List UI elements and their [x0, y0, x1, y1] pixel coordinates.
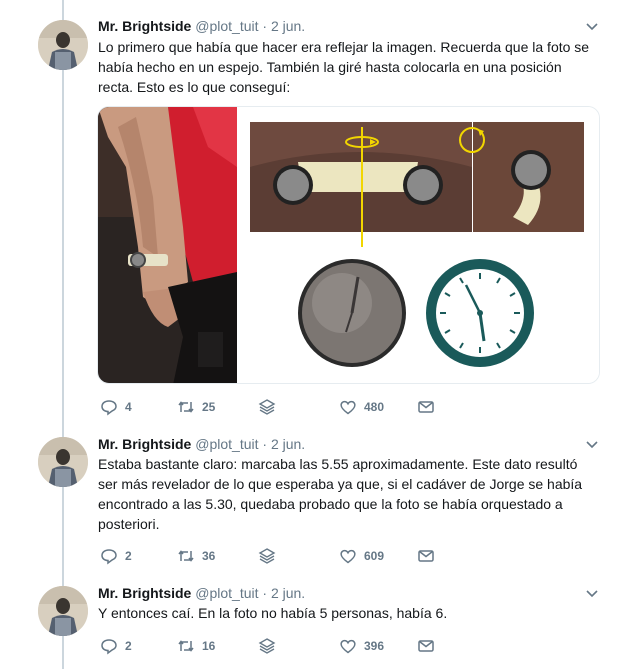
- reply-count: 2: [125, 639, 132, 653]
- tweet-date[interactable]: 2 jun.: [271, 436, 305, 452]
- heart-icon: [340, 639, 356, 654]
- author-name[interactable]: Mr. Brightside: [98, 18, 191, 34]
- retweet-button[interactable]: 16: [177, 636, 215, 656]
- reply-button[interactable]: 2: [100, 546, 132, 566]
- retweet-icon: [178, 640, 194, 652]
- tweet-header: Mr. Brightside @plot_tuit · 2 jun.: [98, 17, 305, 35]
- like-button[interactable]: 609: [339, 546, 384, 566]
- stack-button[interactable]: [258, 636, 276, 656]
- tweet-text: Y entonces caí. En la foto no había 5 pe…: [98, 605, 448, 621]
- tweet-header: Mr. Brightside @plot_tuit · 2 jun.: [98, 584, 305, 602]
- tweet-actions: 4 25 480: [98, 397, 598, 417]
- tweet-text: Lo primero que había que hacer era refle…: [98, 39, 590, 95]
- stack-button[interactable]: [258, 397, 276, 417]
- reply-icon: [101, 400, 117, 416]
- retweet-icon: [178, 550, 194, 562]
- message-button[interactable]: [417, 636, 435, 656]
- retweet-count: 16: [202, 639, 216, 653]
- avatar[interactable]: [38, 20, 88, 70]
- like-count: 396: [364, 639, 385, 653]
- like-count: 609: [364, 549, 385, 563]
- author-handle[interactable]: @plot_tuit: [195, 436, 258, 452]
- tweet-media[interactable]: [97, 106, 600, 384]
- chevron-down-icon[interactable]: [584, 18, 600, 34]
- message-button[interactable]: [417, 546, 435, 566]
- reply-icon: [101, 639, 117, 655]
- author-name[interactable]: Mr. Brightside: [98, 585, 191, 601]
- message-button[interactable]: [417, 397, 435, 417]
- retweet-count: 25: [202, 400, 216, 414]
- retweet-count: 36: [202, 549, 216, 563]
- heart-icon: [340, 400, 356, 415]
- reply-count: 4: [125, 400, 132, 414]
- separator-dot: ·: [262, 18, 268, 34]
- author-handle[interactable]: @plot_tuit: [195, 585, 258, 601]
- watch-analysis-graphic[interactable]: [238, 107, 600, 384]
- stack-icon: [258, 638, 276, 654]
- tweet-actions: 2 36 609: [98, 546, 598, 566]
- tweet-actions: 2 16 396: [98, 636, 598, 656]
- stack-icon: [258, 548, 276, 564]
- tweet-date[interactable]: 2 jun.: [271, 18, 305, 34]
- thread-connector-line: [62, 0, 64, 669]
- author-name[interactable]: Mr. Brightside: [98, 436, 191, 452]
- tweet-text: Estaba bastante claro: marcaba las 5.55 …: [98, 456, 583, 532]
- reply-button[interactable]: 4: [100, 397, 132, 417]
- envelope-icon: [418, 550, 434, 562]
- separator-dot: ·: [262, 585, 268, 601]
- mirror-photo[interactable]: [98, 107, 237, 384]
- avatar[interactable]: [38, 437, 88, 487]
- like-button[interactable]: 396: [339, 636, 384, 656]
- stack-button[interactable]: [258, 546, 276, 566]
- retweet-button[interactable]: 25: [177, 397, 215, 417]
- envelope-icon: [418, 401, 434, 413]
- reply-icon: [101, 549, 117, 565]
- separator-dot: ·: [262, 436, 268, 452]
- retweet-button[interactable]: 36: [177, 546, 215, 566]
- like-button[interactable]: 480: [339, 397, 384, 417]
- author-handle[interactable]: @plot_tuit: [195, 18, 258, 34]
- chevron-down-icon[interactable]: [584, 585, 600, 601]
- chevron-down-icon[interactable]: [584, 436, 600, 452]
- heart-icon: [340, 549, 356, 564]
- tweet-header: Mr. Brightside @plot_tuit · 2 jun.: [98, 435, 305, 453]
- envelope-icon: [418, 640, 434, 652]
- retweet-icon: [178, 401, 194, 413]
- tweet-date[interactable]: 2 jun.: [271, 585, 305, 601]
- avatar[interactable]: [38, 586, 88, 636]
- stack-icon: [258, 399, 276, 415]
- reply-count: 2: [125, 549, 132, 563]
- like-count: 480: [364, 400, 385, 414]
- reply-button[interactable]: 2: [100, 636, 132, 656]
